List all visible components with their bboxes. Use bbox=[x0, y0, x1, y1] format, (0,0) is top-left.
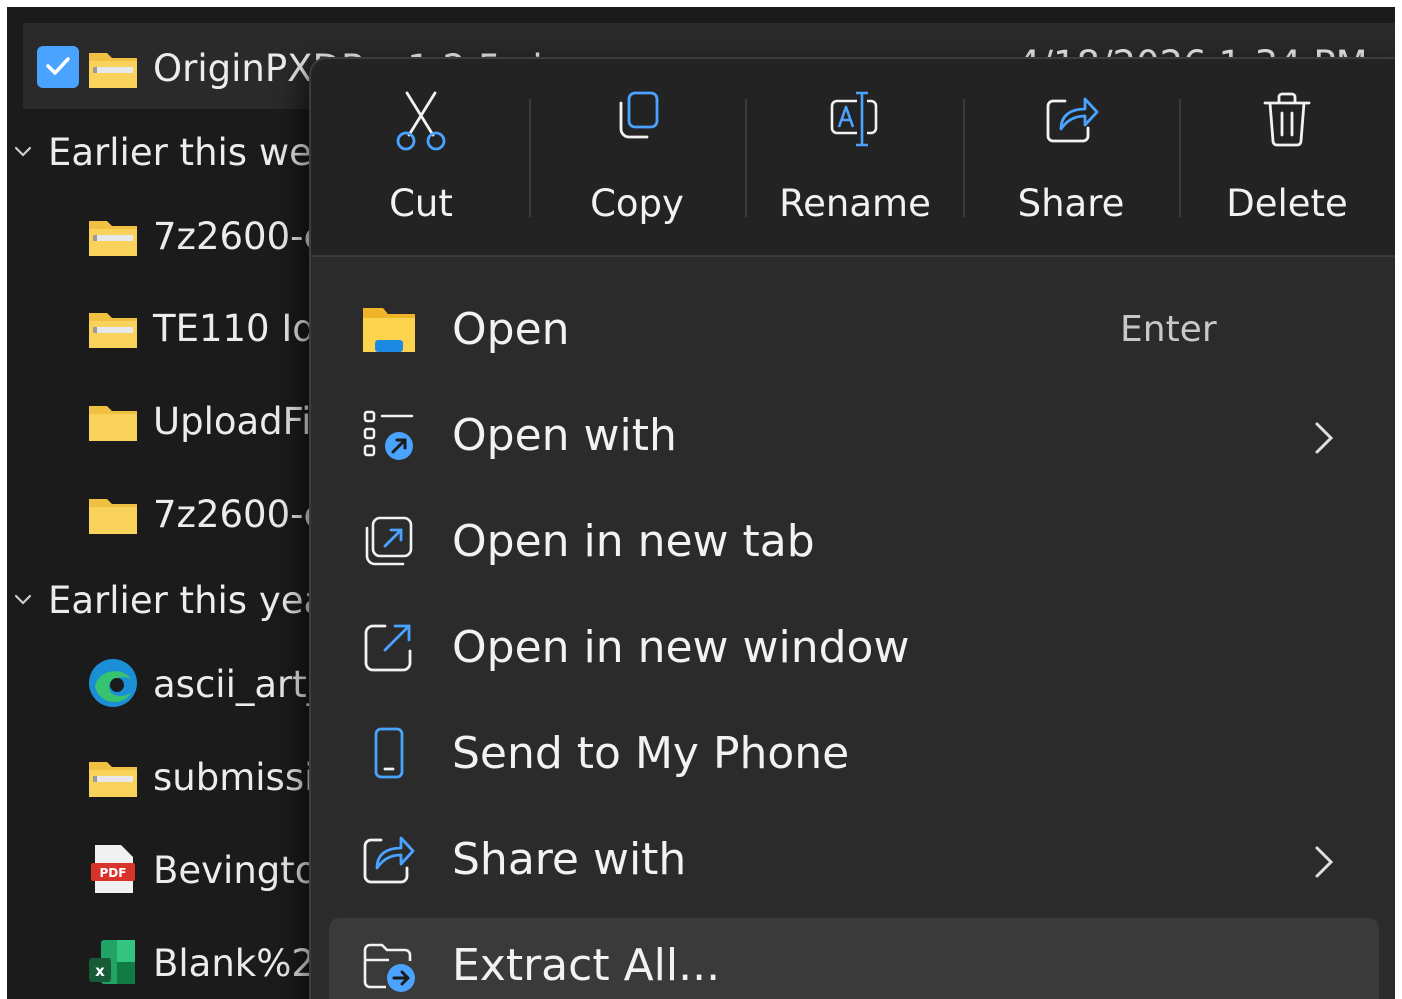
menu-item-label: Open bbox=[452, 304, 570, 355]
chevron-down-icon bbox=[14, 146, 32, 157]
copy-button[interactable]: Copy bbox=[537, 89, 737, 239]
copy-icon bbox=[619, 91, 659, 139]
open-with-icon bbox=[363, 410, 414, 460]
group-label: Earlier this year bbox=[48, 579, 342, 622]
excel-icon: x bbox=[89, 940, 135, 984]
menu-item-label: Share with bbox=[452, 834, 687, 885]
shortcut-hint: Enter bbox=[1120, 309, 1217, 350]
zip-folder-icon bbox=[89, 221, 137, 256]
cut-button[interactable]: Cut bbox=[321, 89, 521, 239]
new-window-icon bbox=[364, 624, 412, 672]
copy-label: Copy bbox=[590, 182, 684, 225]
separator bbox=[963, 99, 965, 217]
share-icon bbox=[1046, 97, 1099, 143]
share-label: Share bbox=[1017, 182, 1125, 225]
context-menu: Cut Copy Rename Share Delete Open Enter … bbox=[309, 57, 1395, 999]
rename-label: Rename bbox=[779, 182, 931, 225]
menu-item-share-with[interactable]: Share with bbox=[329, 812, 1379, 908]
chevron-right-icon bbox=[1315, 422, 1334, 454]
delete-label: Delete bbox=[1226, 182, 1348, 225]
extract-icon bbox=[363, 943, 415, 992]
trash-icon bbox=[1263, 92, 1311, 147]
quick-actions-bar: Cut Copy Rename Share Delete bbox=[311, 59, 1395, 257]
zip-folder-icon bbox=[89, 762, 137, 797]
file-explorer-window: OriginPXDR_v1.2.5.zip 4/18/2026 1:34 PM … bbox=[7, 7, 1395, 999]
rename-icon bbox=[830, 91, 878, 147]
folder-icon bbox=[89, 499, 137, 534]
svg-text:PDF: PDF bbox=[100, 866, 127, 880]
menu-item-open[interactable]: Open Enter bbox=[329, 282, 1379, 378]
menu-item-label: Extract All... bbox=[452, 940, 721, 991]
share-with-icon bbox=[363, 836, 415, 884]
separator bbox=[1179, 99, 1181, 217]
phone-icon bbox=[374, 727, 404, 779]
menu-item-label: Open in new window bbox=[452, 622, 910, 673]
share-button[interactable]: Share bbox=[971, 89, 1171, 239]
separator bbox=[529, 99, 531, 217]
pdf-icon: PDF bbox=[91, 845, 135, 893]
file-checkbox[interactable] bbox=[37, 46, 79, 88]
rename-button[interactable]: Rename bbox=[755, 89, 955, 239]
chevron-down-icon bbox=[14, 594, 32, 605]
checkmark-icon bbox=[46, 57, 70, 75]
menu-item-open-with[interactable]: Open with bbox=[329, 388, 1379, 484]
chevron-right-icon bbox=[1315, 846, 1334, 878]
edge-icon bbox=[89, 659, 137, 707]
menu-item-open-new-tab[interactable]: Open in new tab bbox=[329, 494, 1379, 590]
menu-item-label: Send to My Phone bbox=[452, 728, 850, 779]
new-tab-icon bbox=[365, 516, 413, 566]
menu-item-open-new-window[interactable]: Open in new window bbox=[329, 600, 1379, 696]
scissors-icon bbox=[396, 91, 446, 151]
cut-label: Cut bbox=[389, 182, 453, 225]
menu-item-extract-all[interactable]: Extract All... bbox=[329, 918, 1379, 999]
menu-item-label: Open in new tab bbox=[452, 516, 815, 567]
zip-folder-icon bbox=[89, 53, 137, 88]
separator bbox=[745, 99, 747, 217]
delete-button[interactable]: Delete bbox=[1187, 89, 1387, 239]
menu-item-label: Open with bbox=[452, 410, 677, 461]
folder-open-icon bbox=[363, 308, 415, 352]
svg-text:x: x bbox=[95, 962, 105, 980]
folder-icon bbox=[89, 406, 137, 441]
zip-folder-icon bbox=[89, 313, 137, 348]
menu-item-send-to-phone[interactable]: Send to My Phone bbox=[329, 706, 1379, 802]
